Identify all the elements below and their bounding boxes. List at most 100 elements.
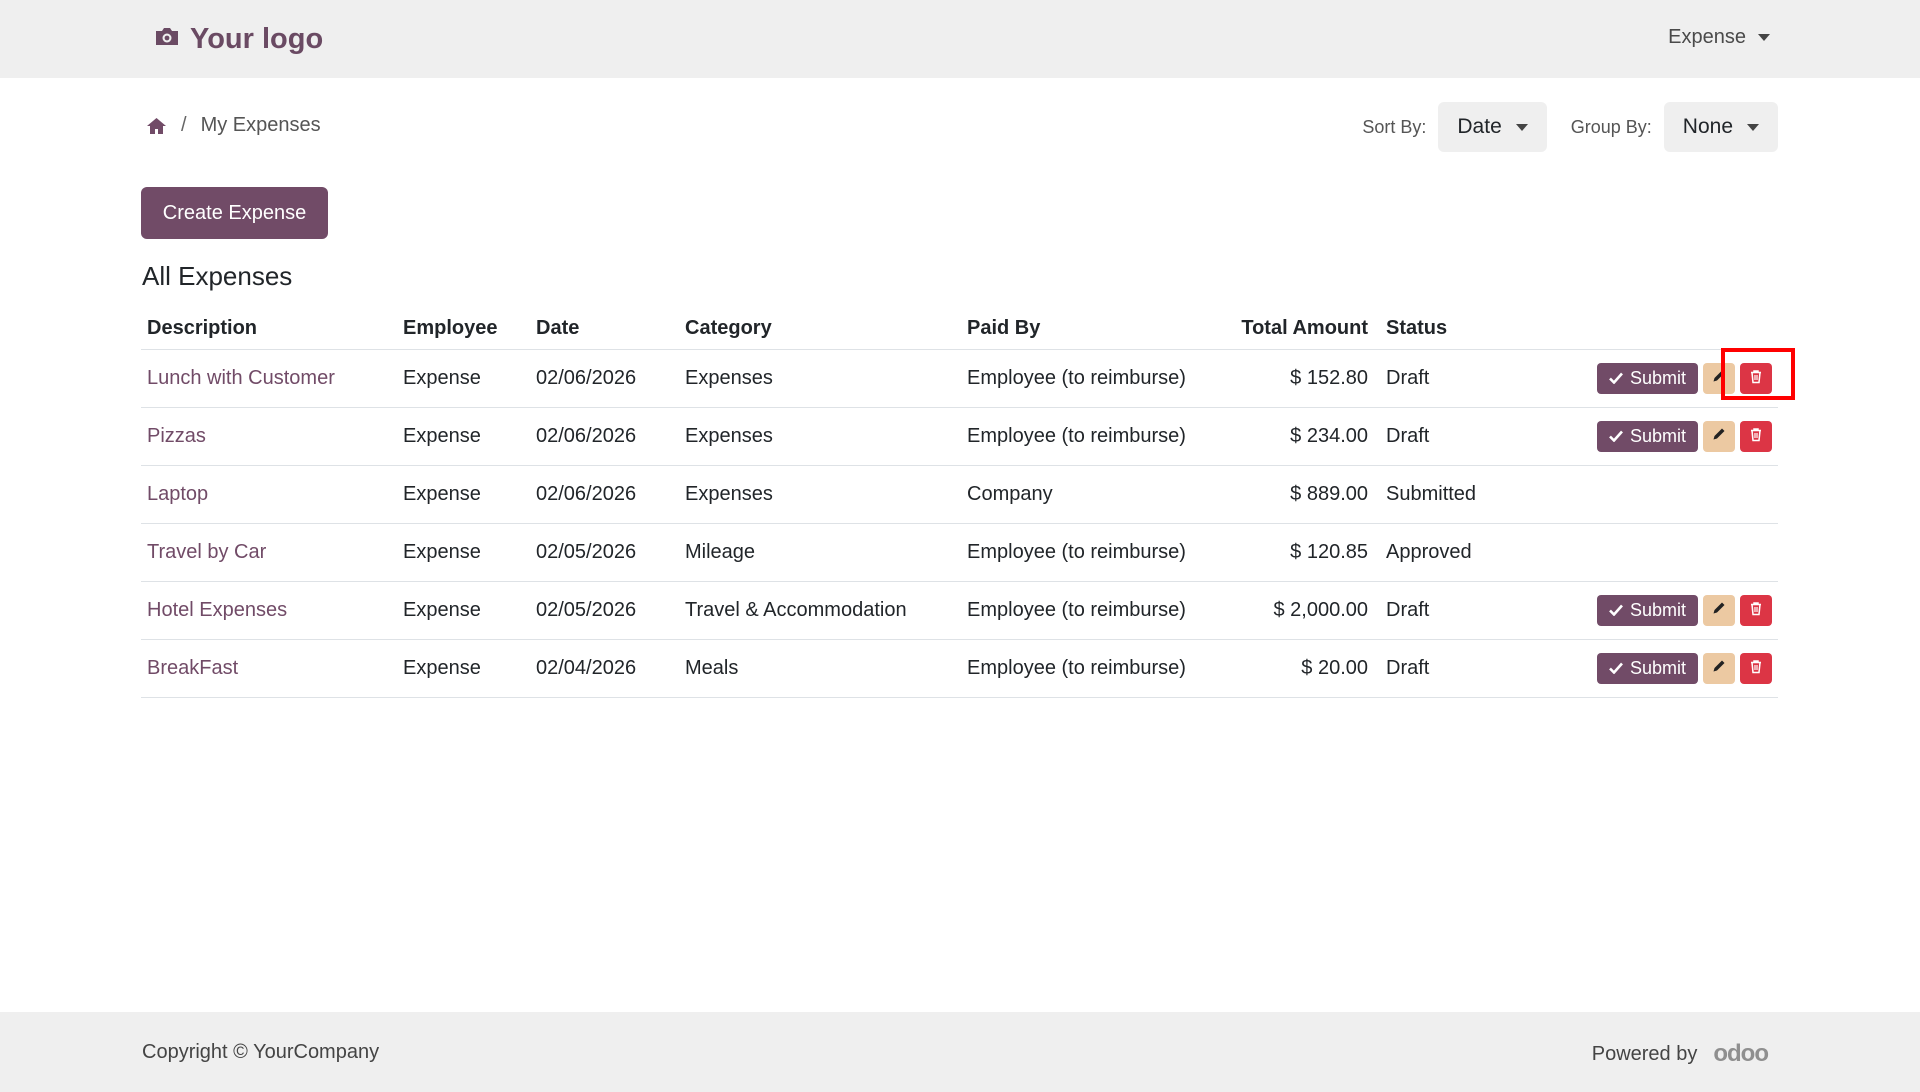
date-cell: 02/04/2026 xyxy=(530,639,679,698)
employee-cell: Expense xyxy=(397,407,530,466)
submit-button[interactable]: Submit xyxy=(1597,595,1698,626)
breadcrumb: / My Expenses xyxy=(146,114,321,137)
status-cell: Draft xyxy=(1380,407,1522,466)
trash-icon xyxy=(1749,425,1763,448)
total-amount-cell: $ 2,000.00 xyxy=(1221,581,1380,640)
breadcrumb-separator: / xyxy=(181,114,187,136)
powered-by-label: Powered by xyxy=(1591,1042,1698,1065)
date-cell: 02/05/2026 xyxy=(530,581,679,640)
home-icon[interactable] xyxy=(146,117,167,135)
pencil-icon xyxy=(1712,599,1726,622)
column-header-paid-by: Paid By xyxy=(961,307,1221,350)
pencil-icon xyxy=(1712,425,1726,448)
submit-button[interactable]: Submit xyxy=(1597,421,1698,452)
total-amount-cell: $ 234.00 xyxy=(1221,407,1380,466)
total-amount-cell: $ 120.85 xyxy=(1221,523,1380,582)
delete-button[interactable] xyxy=(1740,421,1772,452)
expense-description-link[interactable]: BreakFast xyxy=(147,657,238,679)
breadcrumb-current: My Expenses xyxy=(200,114,321,136)
submit-label: Submit xyxy=(1629,426,1687,446)
status-cell: Draft xyxy=(1380,639,1522,698)
caret-down-icon xyxy=(1515,123,1528,131)
table-row[interactable]: BreakFast Expense 02/04/2026 Meals Employee … xyxy=(141,639,1778,698)
table-row[interactable]: Pizzas Expense 02/06/2026 Expenses Employee … xyxy=(141,407,1778,466)
odoo-logo[interactable]: odoo xyxy=(1713,1040,1769,1068)
row-actions: Submit xyxy=(1528,595,1772,626)
category-cell: Expenses xyxy=(679,465,961,524)
pencil-icon xyxy=(1712,657,1726,680)
employee-cell: Expense xyxy=(397,349,530,408)
table-row[interactable]: Laptop Expense 02/06/2026 Expenses Company $ … xyxy=(141,465,1778,524)
submit-button[interactable]: Submit xyxy=(1597,363,1698,394)
category-cell: Mileage xyxy=(679,523,961,582)
submit-button[interactable]: Submit xyxy=(1597,653,1698,684)
submit-label: Submit xyxy=(1629,600,1687,620)
expense-description-link[interactable]: Lunch with Customer xyxy=(147,367,335,389)
camera-icon xyxy=(154,23,180,56)
status-cell: Submitted xyxy=(1380,465,1522,524)
trash-icon xyxy=(1749,599,1763,622)
column-header-date: Date xyxy=(530,307,679,350)
expense-description-link[interactable]: Laptop xyxy=(147,483,208,505)
paid-by-cell: Employee (to reimburse) xyxy=(961,523,1221,582)
expenses-table: Description Employee Date Category Paid … xyxy=(141,307,1778,698)
expense-description-link[interactable]: Hotel Expenses xyxy=(147,599,287,621)
column-header-employee: Employee xyxy=(397,307,530,350)
table-row[interactable]: Hotel Expenses Expense 02/05/2026 Travel & … xyxy=(141,581,1778,640)
create-expense-button[interactable]: Create Expense xyxy=(141,187,328,239)
category-cell: Travel & Accommodation xyxy=(679,581,961,640)
table-row[interactable]: Travel by Car Expense 02/05/2026 Mileage Emp… xyxy=(141,523,1778,582)
pencil-icon xyxy=(1712,367,1726,390)
row-actions: Submit xyxy=(1528,653,1772,684)
sort-by-label: Sort By: xyxy=(1362,116,1427,137)
trash-icon xyxy=(1749,657,1763,680)
status-cell: Draft xyxy=(1380,581,1522,640)
top-navbar: Your logo Expense xyxy=(0,0,1920,78)
column-header-status: Status xyxy=(1380,307,1522,350)
column-header-actions xyxy=(1522,307,1778,350)
total-amount-cell: $ 152.80 xyxy=(1221,349,1380,408)
category-cell: Meals xyxy=(679,639,961,698)
total-amount-cell: $ 20.00 xyxy=(1221,639,1380,698)
edit-button[interactable] xyxy=(1703,421,1735,452)
employee-cell: Expense xyxy=(397,639,530,698)
caret-down-icon xyxy=(1758,34,1770,41)
edit-button[interactable] xyxy=(1703,363,1735,394)
section-title: All Expenses xyxy=(142,261,293,291)
paid-by-cell: Employee (to reimburse) xyxy=(961,639,1221,698)
date-cell: 02/06/2026 xyxy=(530,407,679,466)
powered-by: Powered by odoo xyxy=(1591,1040,1769,1068)
paid-by-cell: Employee (to reimburse) xyxy=(961,349,1221,408)
row-actions: Submit xyxy=(1528,363,1772,394)
check-icon xyxy=(1609,426,1623,447)
paid-by-cell: Employee (to reimburse) xyxy=(961,407,1221,466)
total-amount-cell: $ 889.00 xyxy=(1221,465,1380,524)
logo-text: Your logo xyxy=(190,22,324,55)
edit-button[interactable] xyxy=(1703,595,1735,626)
employee-cell: Expense xyxy=(397,581,530,640)
table-row[interactable]: Lunch with Customer Expense 02/06/2026 Expe… xyxy=(141,349,1778,408)
group-by-dropdown[interactable]: None xyxy=(1663,102,1778,152)
delete-button[interactable] xyxy=(1740,363,1772,394)
expense-menu-dropdown[interactable]: Expense xyxy=(1668,26,1770,49)
table-header-row: Description Employee Date Category Paid … xyxy=(141,307,1778,350)
caret-down-icon xyxy=(1747,123,1759,131)
delete-button[interactable] xyxy=(1740,595,1772,626)
sort-by-value: Date xyxy=(1457,115,1502,138)
sort-by-dropdown[interactable]: Date xyxy=(1438,102,1547,152)
category-cell: Expenses xyxy=(679,407,961,466)
copyright-text: Copyright © YourCompany xyxy=(142,1041,380,1063)
check-icon xyxy=(1609,658,1623,679)
delete-button[interactable] xyxy=(1740,653,1772,684)
row-actions: Submit xyxy=(1528,421,1772,452)
edit-button[interactable] xyxy=(1703,653,1735,684)
status-cell: Draft xyxy=(1380,349,1522,408)
column-header-category: Category xyxy=(679,307,961,350)
status-cell: Approved xyxy=(1380,523,1522,582)
submit-label: Submit xyxy=(1629,368,1687,388)
expense-description-link[interactable]: Pizzas xyxy=(147,425,206,447)
expense-description-link[interactable]: Travel by Car xyxy=(147,541,266,563)
footer: Copyright © YourCompany Powered by odoo xyxy=(0,1012,1920,1092)
company-logo[interactable]: Your logo xyxy=(154,20,323,58)
group-by-label: Group By: xyxy=(1570,116,1652,137)
